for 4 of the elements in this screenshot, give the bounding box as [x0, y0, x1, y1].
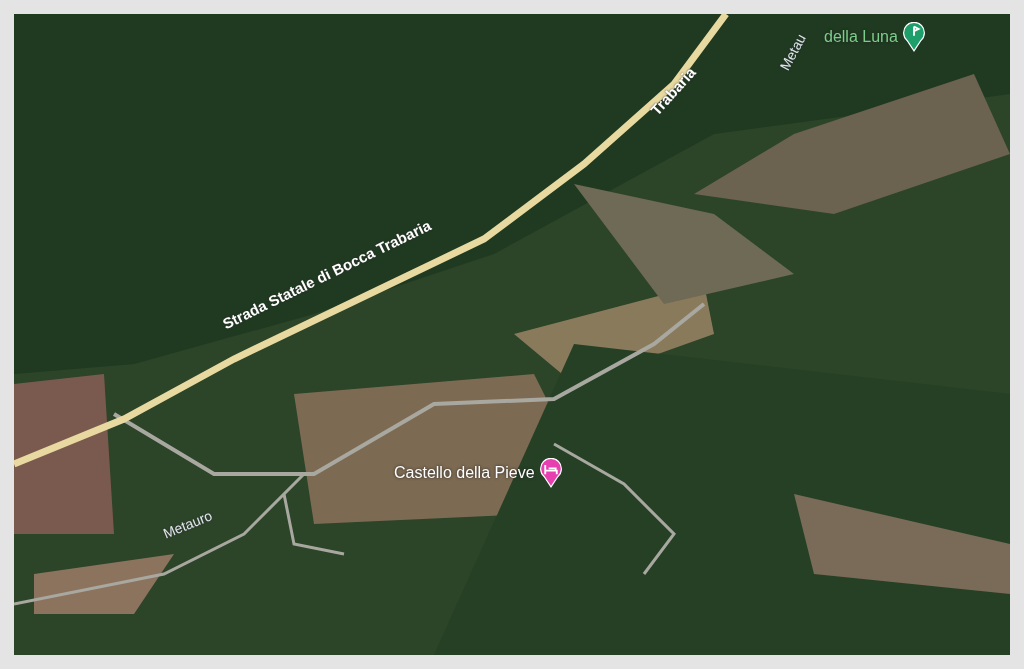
place-label[interactable]: Castello della Pieve [394, 461, 535, 485]
flag-pin-icon[interactable] [901, 22, 926, 52]
bed-pin-icon[interactable] [538, 458, 563, 488]
place-label[interactable]: della Luna [824, 25, 898, 49]
